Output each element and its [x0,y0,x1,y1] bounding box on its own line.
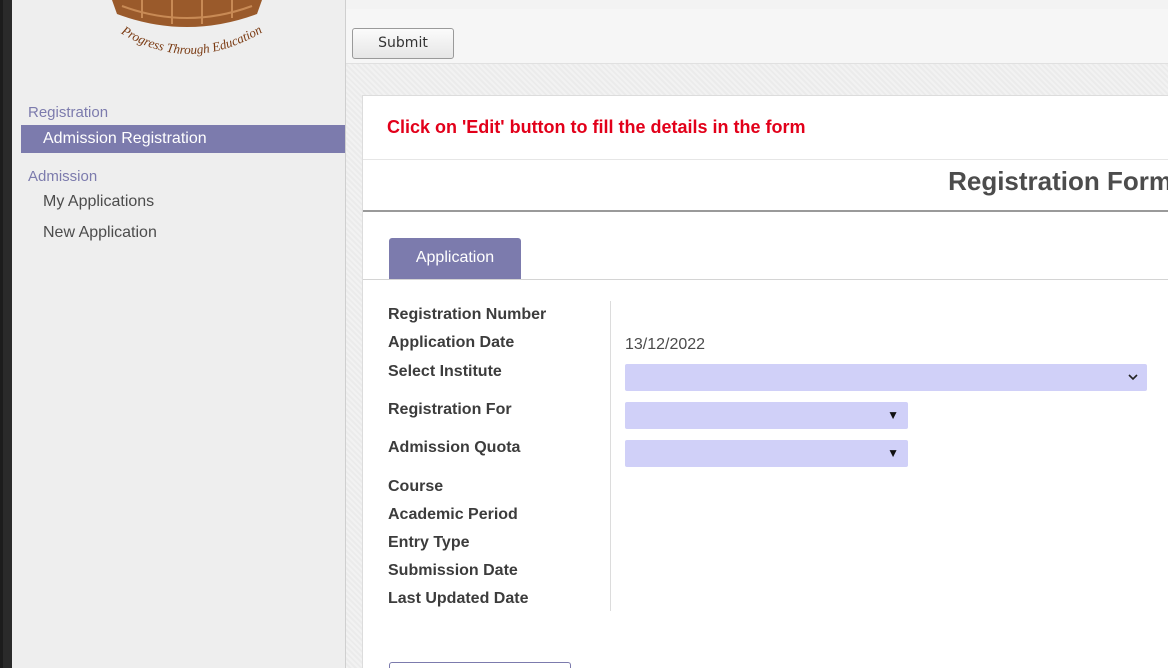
nav-section-registration: Registration [28,104,109,121]
caret-down-icon: ▼ [887,408,899,422]
label-application-date: Application Date [388,334,515,351]
admission-quota-dropdown[interactable]: ▼ [625,440,908,467]
window-border [3,0,12,668]
label-registration-number: Registration Number [388,306,547,323]
app-window: Progress Through Education Registration … [3,0,1168,668]
sidebar-item-my-applications[interactable]: My Applications [21,188,345,216]
svg-text:Progress Through Education: Progress Through Education [118,22,264,57]
form-sheet: Click on 'Edit' button to fill the detai… [362,95,1168,668]
sidebar: Progress Through Education Registration … [12,0,346,668]
tab-bar-line [363,279,1168,280]
logo-tagline: Progress Through Education [118,22,264,57]
main-content: Submit Click on 'Edit' button to fill th… [346,0,1168,668]
submit-button[interactable]: Submit [352,28,454,59]
label-last-updated-date: Last Updated Date [388,590,529,607]
application-date-value: 13/12/2022 [625,336,706,353]
chevron-down-icon [1127,367,1139,386]
caret-down-icon: ▼ [887,446,899,460]
label-course: Course [388,478,444,495]
page-title: Registration Form [948,166,1168,196]
nav-section-admission: Admission [28,168,98,185]
bottom-button[interactable] [389,662,571,668]
label-academic-period: Academic Period [388,506,518,523]
action-bar: Submit [346,9,1168,64]
registration-for-dropdown[interactable]: ▼ [625,402,908,429]
label-admission-quota: Admission Quota [388,439,521,456]
logo: Progress Through Education [112,0,264,57]
divider [363,159,1168,160]
select-institute-dropdown[interactable] [625,364,1147,391]
tab-application[interactable]: Application [389,238,521,279]
label-submission-date: Submission Date [388,562,518,579]
label-registration-for: Registration For [388,401,512,418]
divider [363,210,1168,212]
sidebar-item-admission-registration[interactable]: Admission Registration [21,125,345,153]
edit-notice: Click on 'Edit' button to fill the detai… [387,117,806,137]
label-entry-type: Entry Type [388,534,470,551]
sidebar-item-new-application[interactable]: New Application [21,219,345,247]
label-select-institute: Select Institute [388,363,502,380]
column-separator [610,301,611,611]
